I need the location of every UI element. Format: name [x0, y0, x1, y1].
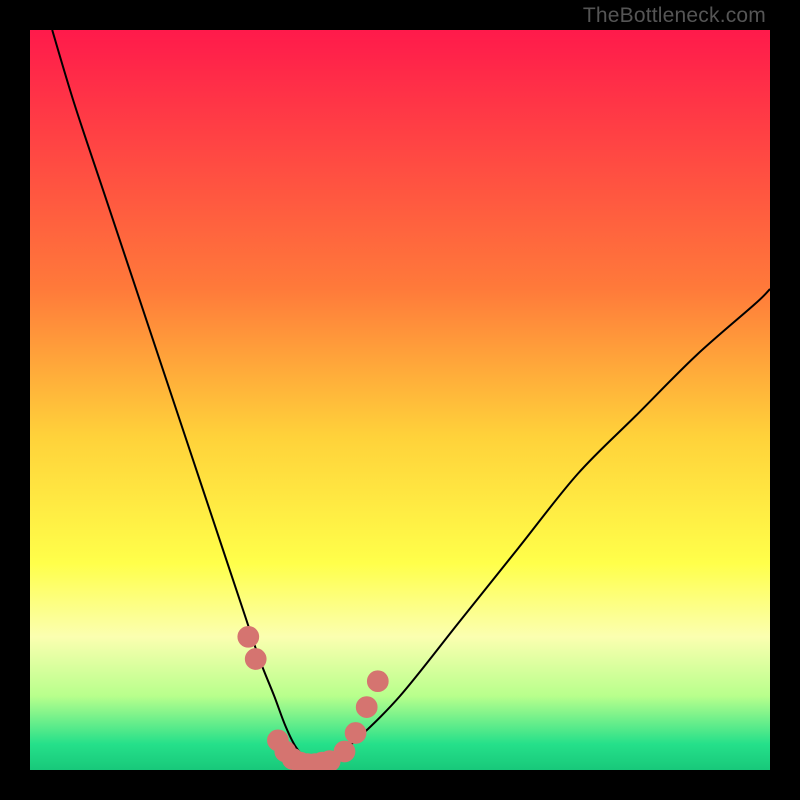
- highlight-dots: [238, 626, 388, 770]
- curve-layer: [30, 30, 770, 770]
- watermark-text: TheBottleneck.com: [583, 4, 766, 28]
- chart-frame: TheBottleneck.com: [0, 0, 800, 800]
- plot-area: [30, 30, 770, 770]
- bottleneck-curve: [52, 30, 770, 765]
